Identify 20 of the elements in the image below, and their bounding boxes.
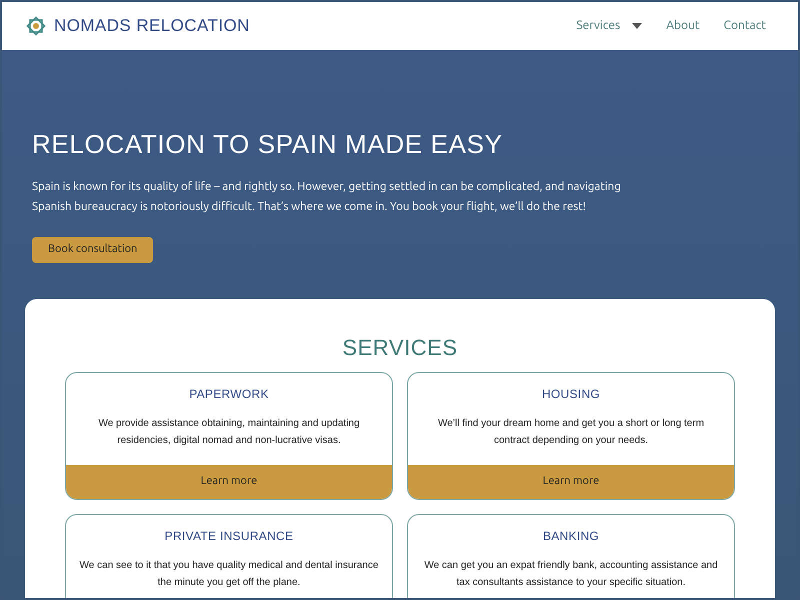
star-logo-icon	[26, 16, 46, 36]
service-title: PAPERWORK	[188, 386, 270, 402]
hero-text: Spain is known for its quality of life – and rightly so. However, getting settled in can be complicated, and navigating Spanish bureaucracy is notoriously difficult. That’s where we come in. You book your flight, we’ll do the rest!	[32, 178, 622, 214]
service-text: We can get you an expat friendly bank, accounting assistance and tax consultants assistance to your specific situation.	[423, 558, 719, 590]
service-text: We provide assistance obtaining, maintaining and updating residencies, digital nomad and non-lucrative visas.	[97, 416, 361, 448]
book-consultation-button[interactable]: Book consultation	[32, 236, 154, 262]
service-title: BANKING	[542, 528, 600, 544]
learn-more-button[interactable]: Learn more	[66, 464, 392, 498]
learn-more-button[interactable]: Learn more	[408, 464, 734, 498]
caret-icon	[632, 23, 642, 29]
nav-link[interactable]: Contact	[724, 17, 766, 35]
service-title: HOUSING	[540, 386, 602, 402]
brand-name: NOMADS RELOCATION	[54, 15, 250, 38]
services-title: SERVICES	[341, 334, 459, 362]
service-title: PRIVATE INSURANCE	[164, 528, 294, 544]
service-text: We can see to it that you have quality medical and dental insurance the minute you get off the plane.	[78, 558, 380, 590]
hero-title: RELOCATION TO SPAIN MADE EASY	[32, 128, 504, 160]
service-text: We’ll find your dream home and get you a short or long term contract depending on your needs.	[436, 416, 706, 448]
nav-link[interactable]: Services	[576, 17, 642, 35]
nav-link[interactable]: About	[666, 17, 700, 35]
